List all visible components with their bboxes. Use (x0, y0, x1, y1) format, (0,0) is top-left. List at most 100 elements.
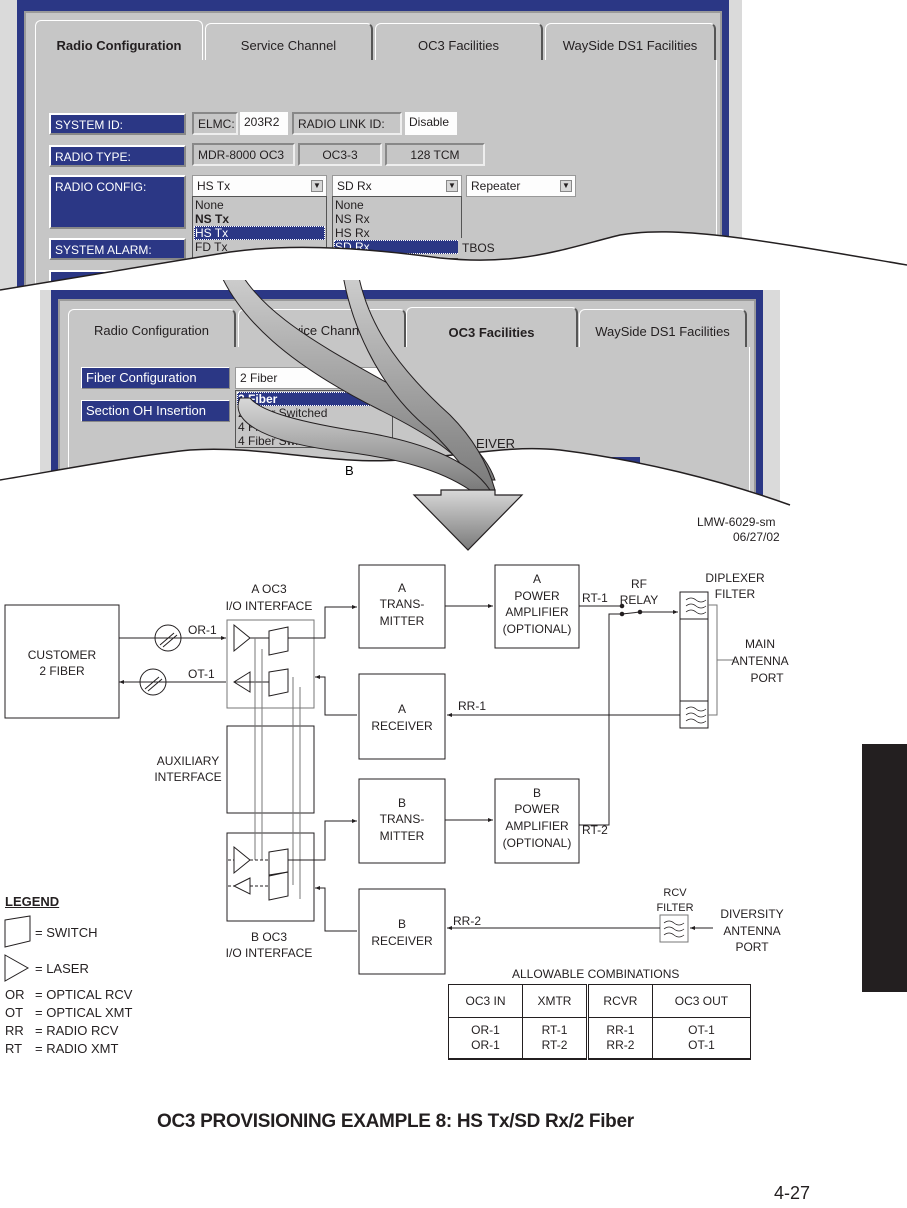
a-oc3-label: A OC3 (251, 582, 287, 596)
chevron-down-icon[interactable]: ▼ (311, 180, 323, 192)
system-id-label: SYSTEM ID: (49, 113, 186, 135)
page-number: 4-27 (774, 1183, 811, 1203)
mode-value: Repeater (471, 179, 521, 193)
partial-b-text: B (345, 463, 354, 478)
legend-abbrev-ot: OT = OPTICAL XMT (5, 1005, 133, 1020)
b-rx-box (358, 888, 446, 975)
header-xmtr: XMTR (522, 984, 588, 1018)
customer-label: CUSTOMER (28, 648, 97, 662)
svg-text:POWER: POWER (514, 802, 560, 816)
svg-text:DIPLEXER: DIPLEXER (705, 571, 765, 585)
svg-text:A: A (533, 572, 541, 586)
svg-text:B: B (398, 796, 406, 810)
svg-text:RECEIVER: RECEIVER (371, 934, 433, 948)
svg-text:(OPTIONAL): (OPTIONAL) (503, 622, 572, 636)
svg-text:A: A (398, 581, 406, 595)
or1-label: OR-1 (188, 623, 217, 637)
rr1-label: RR-1 (458, 699, 486, 713)
rt1-label: RT-1 (582, 591, 608, 605)
radio-type-model: MDR-8000 OC3 (192, 143, 295, 166)
header-oc3-in: OC3 IN (448, 984, 523, 1018)
s1-tab-wayside-ds1[interactable]: WaySide DS1 Facilities (545, 23, 716, 60)
rr2-label: RR-2 (453, 914, 481, 928)
elmc-label: ELMC: (192, 112, 238, 135)
svg-text:FILTER: FILTER (656, 902, 693, 914)
svg-text:RCV: RCV (663, 887, 687, 899)
svg-text:AMPLIFIER: AMPLIFIER (505, 605, 569, 619)
laser-icon (4, 954, 30, 982)
aux-box (226, 725, 315, 814)
svg-text:AMPLIFIER: AMPLIFIER (505, 819, 569, 833)
radio-link-id-label: RADIO LINK ID: (292, 112, 402, 135)
svg-text:TRANS-: TRANS- (380, 597, 425, 611)
legend-abbrev-rt: RT = RADIO XMT (5, 1041, 119, 1056)
ot1-label: OT-1 (188, 667, 215, 681)
chevron-down-icon[interactable]: ▼ (560, 180, 572, 192)
radio-link-id-field[interactable]: Disable (405, 112, 457, 135)
s1-tab-radio-configuration[interactable]: Radio Configuration (35, 20, 203, 62)
table-header-row: OC3 IN XMTR RCVR OC3 OUT (448, 984, 752, 1018)
figure-code: LMW-6029-sm (697, 515, 776, 529)
svg-text:FILTER: FILTER (715, 587, 756, 601)
table-row: OR-1 OR-1 RT-1 RT-2 RR-1 RR-2 OT-1 OT-1 (448, 1017, 752, 1060)
a-rx-box (358, 673, 446, 760)
s1-tab-service-channel[interactable]: Service Channel (205, 23, 373, 60)
header-oc3-out: OC3 OUT (651, 984, 752, 1018)
tx-config-value: HS Tx (197, 179, 231, 193)
tx-option-none[interactable]: None (194, 198, 325, 212)
figure-date: 06/27/02 (733, 530, 780, 544)
radio-type-modulation: 128 TCM (385, 143, 485, 166)
header-rcvr: RCVR (585, 984, 653, 1018)
svg-text:(OPTIONAL): (OPTIONAL) (503, 836, 572, 850)
rx-option-none[interactable]: None (334, 198, 460, 212)
svg-text:RECEIVER: RECEIVER (371, 719, 433, 733)
radio-type-rate: OC3-3 (298, 143, 382, 166)
legend-title: LEGEND (5, 894, 60, 909)
aux-label-2: INTERFACE (154, 770, 221, 784)
legend-laser: = LASER (35, 961, 89, 976)
b-oc3-label: B OC3 (251, 930, 287, 944)
svg-text:MAIN: MAIN (745, 637, 775, 651)
combinations-title: ALLOWABLE COMBINATIONS (512, 967, 680, 981)
combinations-table: OC3 IN XMTR RCVR OC3 OUT OR-1 OR-1 RT-1 RT… (448, 984, 752, 1060)
svg-text:DIVERSITY: DIVERSITY (720, 907, 783, 921)
svg-text:ANTENNA: ANTENNA (723, 924, 780, 938)
svg-text:MITTER: MITTER (380, 829, 425, 843)
s1-tab-oc3-facilities[interactable]: OC3 Facilities (375, 23, 543, 60)
b-oc3-box (226, 832, 315, 922)
svg-text:ANTENNA: ANTENNA (731, 654, 788, 668)
figure-caption: OC3 PROVISIONING EXAMPLE 8: HS Tx/SD Rx/… (157, 1111, 634, 1132)
radio-config-label: RADIO CONFIG: (49, 175, 186, 229)
block-diagram: CUSTOMER 2 FIBER A OC3 I/O INTERFACE B O… (4, 564, 789, 975)
svg-text:MITTER: MITTER (380, 614, 425, 628)
svg-text:B: B (398, 917, 406, 931)
svg-text:B: B (533, 786, 541, 800)
aux-label: AUXILIARY (157, 754, 219, 768)
mode-select[interactable]: Repeater ▼ (466, 175, 576, 197)
tx-config-select[interactable]: HS Tx ▼ (192, 175, 327, 197)
a-oc3-box (226, 619, 315, 709)
switch-icon (4, 915, 31, 948)
rx-config-value: SD Rx (337, 179, 372, 193)
svg-text:RELAY: RELAY (620, 593, 658, 607)
elmc-field[interactable]: 203R2 (240, 112, 288, 135)
a-oc3-label-2: I/O INTERFACE (226, 599, 313, 613)
rx-config-select[interactable]: SD Rx ▼ (332, 175, 462, 197)
section-thumb-tab (862, 744, 907, 992)
rt2-label: RT-2 (582, 823, 608, 837)
b-oc3-label-2: I/O INTERFACE (226, 946, 313, 960)
svg-text:POWER: POWER (514, 589, 560, 603)
svg-text:TRANS-: TRANS- (380, 812, 425, 826)
svg-text:RF: RF (631, 577, 647, 591)
radio-type-label: RADIO TYPE: (49, 145, 186, 167)
legend-icons (4, 915, 31, 982)
legend-abbrev-or: OR = OPTICAL RCV (5, 987, 133, 1002)
svg-text:PORT: PORT (750, 671, 784, 685)
legend-abbrev-rr: RR = RADIO RCV (5, 1023, 119, 1038)
customer-label-2: 2 FIBER (39, 664, 85, 678)
svg-text:PORT: PORT (735, 940, 769, 954)
chevron-down-icon[interactable]: ▼ (446, 180, 458, 192)
rx-option-ns[interactable]: NS Rx (334, 212, 460, 226)
svg-text:A: A (398, 702, 406, 716)
tx-option-ns[interactable]: NS Tx (194, 212, 325, 226)
